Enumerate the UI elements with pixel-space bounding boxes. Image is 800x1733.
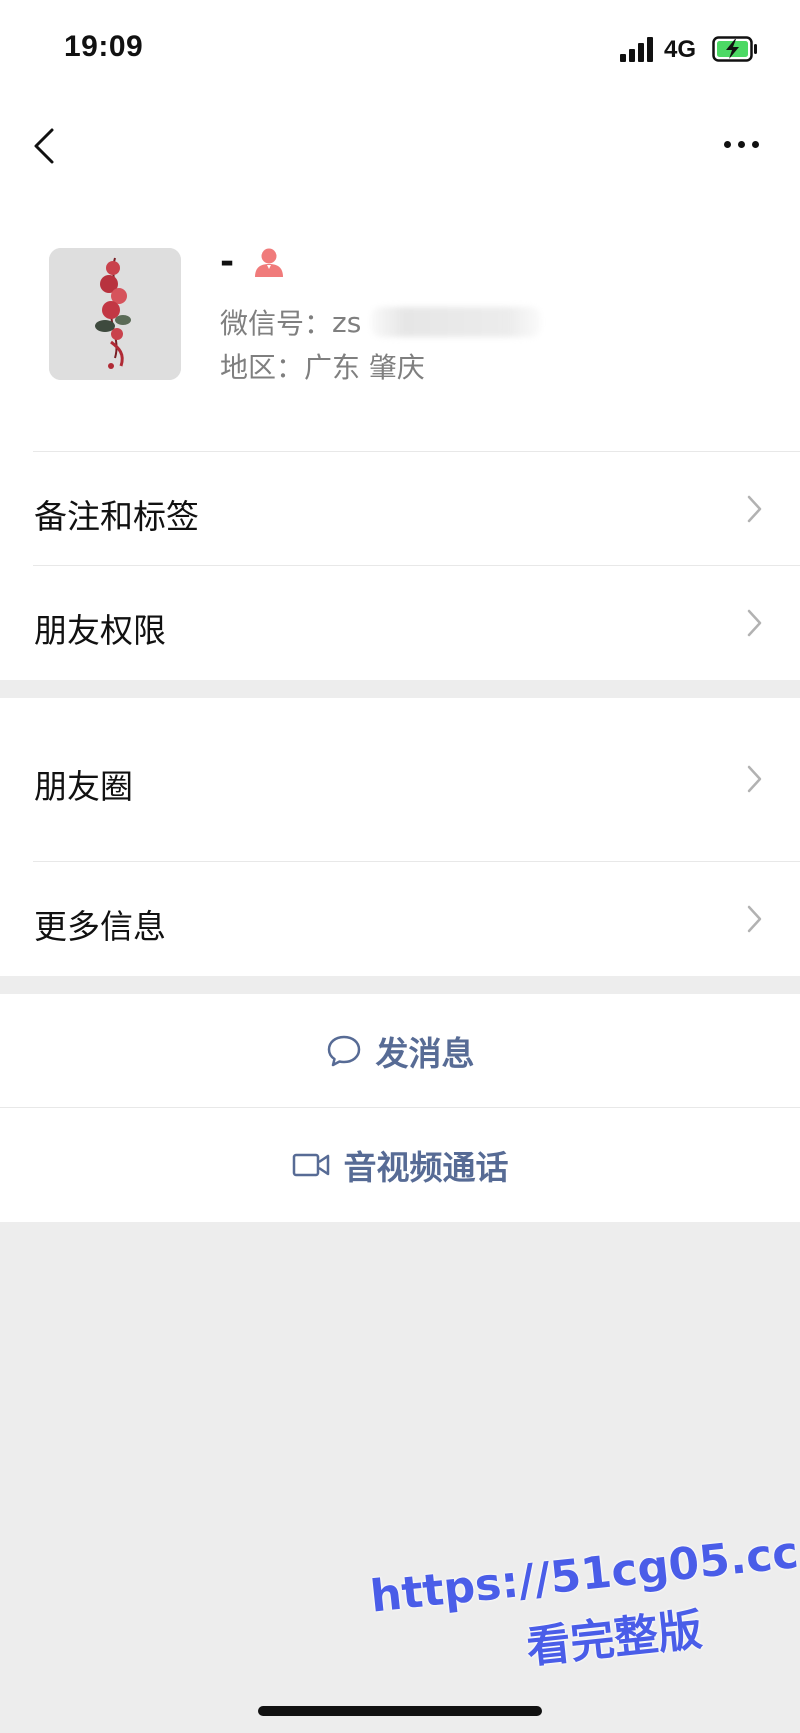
avatar-flower-image: [49, 248, 181, 380]
menu-label: 备注和标签: [34, 497, 199, 536]
watermark-text: 看完整版: [524, 1604, 705, 1674]
menu-item-moments[interactable]: 朋友圈: [0, 698, 800, 862]
nav-bar: [0, 100, 800, 190]
wechat-id-blur: [371, 307, 542, 337]
menu-item-remark-tags[interactable]: 备注和标签: [0, 452, 800, 566]
chevron-right-icon: [747, 495, 762, 523]
region-label: 地区：: [220, 351, 305, 384]
video-camera-icon: [292, 1153, 329, 1177]
chat-bubble-icon: [327, 1035, 360, 1067]
menu-label: 朋友圈: [34, 767, 133, 806]
signal-icon: [620, 36, 656, 64]
watermark: https://51cg05.cc 看完整版: [368, 1527, 800, 1681]
profile-header: - 微信号： zs 地区：广东 肇庆: [0, 190, 800, 452]
chevron-right-icon: [747, 905, 762, 933]
back-icon[interactable]: [30, 122, 70, 170]
menu-item-friend-permissions[interactable]: 朋友权限: [0, 566, 800, 680]
av-call-button[interactable]: 音视频通话: [0, 1108, 800, 1222]
wechat-id-value: zs: [332, 305, 362, 339]
wechat-id-row: 微信号： zs: [220, 302, 542, 342]
nickname-row: -: [220, 242, 286, 282]
chevron-right-icon: [747, 609, 762, 637]
menu-label: 朋友权限: [34, 611, 166, 650]
avatar[interactable]: [49, 248, 181, 380]
home-indicator[interactable]: [258, 1706, 542, 1716]
network-type: 4G: [664, 36, 697, 63]
status-time: 19:09: [64, 30, 144, 63]
battery-charging-icon: [712, 36, 757, 62]
menu-label: 更多信息: [34, 907, 166, 946]
send-message-button[interactable]: 发消息: [0, 994, 800, 1108]
status-bar: 19:09 4G: [0, 0, 800, 100]
region-row: 地区：广东 肇庆: [220, 346, 425, 386]
region-value: 广东 肇庆: [304, 351, 425, 384]
nickname: -: [220, 242, 235, 282]
av-call-label: 音视频通话: [343, 1148, 509, 1187]
wechat-id-label: 微信号：: [220, 307, 333, 340]
chevron-right-icon: [747, 765, 762, 793]
more-options-icon[interactable]: [718, 124, 766, 164]
female-gender-icon: [255, 248, 284, 277]
menu-item-more-info[interactable]: 更多信息: [0, 862, 800, 976]
send-message-label: 发消息: [375, 1034, 475, 1073]
